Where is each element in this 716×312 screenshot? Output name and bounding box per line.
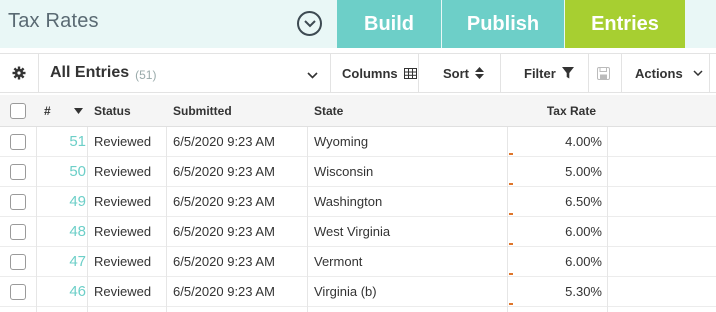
state-cell: Washington	[314, 194, 383, 209]
entries-toolbar: All Entries (51) Columns Sort Filter Act…	[0, 53, 716, 93]
row-checkbox[interactable]	[10, 284, 26, 300]
column-header-state[interactable]: State	[314, 95, 343, 127]
state-cell: Virginia (b)	[314, 284, 377, 299]
actions-label: Actions	[635, 65, 683, 81]
tab-publish[interactable]: Publish	[442, 0, 564, 48]
filter-button[interactable]: Filter	[524, 54, 574, 92]
row-checkbox[interactable]	[10, 224, 26, 240]
state-cell: Vermont	[314, 254, 363, 269]
tax-rate-cell: 5.30%	[565, 284, 602, 299]
filter-label: Filter	[524, 65, 556, 81]
row-checkbox[interactable]	[10, 194, 26, 210]
entry-id-link[interactable]: 50	[38, 157, 86, 186]
submitted-cell: 6/5/2020 9:23 AM	[173, 254, 275, 269]
column-divider	[36, 127, 37, 312]
tax-rate-cell: 4.00%	[565, 134, 602, 149]
entry-id-link[interactable]: 46	[38, 277, 86, 306]
select-all-checkbox-cell	[10, 95, 26, 127]
state-cell: West Virginia	[314, 224, 391, 239]
filter-icon	[561, 67, 574, 79]
tax-rate-cell: 5.00%	[565, 164, 602, 179]
tax-rate-cell: 6.00%	[565, 224, 602, 239]
toolbar-divider	[330, 54, 331, 92]
tab-entries[interactable]: Entries	[565, 0, 685, 48]
row-checkbox[interactable]	[10, 134, 26, 150]
tab-build[interactable]: Build	[337, 0, 441, 48]
columns-button[interactable]: Columns	[342, 54, 417, 92]
toolbar-divider	[38, 54, 39, 92]
sort-button[interactable]: Sort	[443, 54, 484, 92]
cell-marker	[509, 273, 513, 275]
cell-marker	[509, 213, 513, 215]
column-header-status[interactable]: Status	[94, 95, 131, 127]
select-all-checkbox[interactable]	[10, 103, 26, 119]
table-row[interactable]: 50 Reviewed 6/5/2020 9:23 AM Wisconsin 5…	[0, 157, 716, 187]
submitted-cell: 6/5/2020 9:23 AM	[173, 164, 275, 179]
entry-id-link[interactable]: 47	[38, 247, 86, 276]
row-checkbox[interactable]	[10, 164, 26, 180]
columns-label: Columns	[342, 65, 398, 81]
status-cell: Reviewed	[94, 224, 152, 239]
column-header-tax-rate[interactable]: Tax Rate	[508, 95, 596, 127]
chevron-down-icon	[307, 67, 318, 82]
state-cell: Wisconsin	[314, 164, 374, 179]
table-row[interactable]: 47 Reviewed 6/5/2020 9:23 AM Vermont 6.0…	[0, 247, 716, 277]
table-row[interactable]: 49 Reviewed 6/5/2020 9:23 AM Washington …	[0, 187, 716, 217]
view-selector[interactable]: All Entries (51)	[50, 54, 330, 92]
column-divider	[87, 127, 88, 312]
row-checkbox[interactable]	[10, 254, 26, 270]
column-divider	[607, 127, 608, 312]
table-row[interactable]: 46 Reviewed 6/5/2020 9:23 AM Virginia (b…	[0, 277, 716, 307]
tax-rate-cell: 6.00%	[565, 254, 602, 269]
cell-marker	[509, 243, 513, 245]
cell-marker	[509, 183, 513, 185]
column-header-submitted[interactable]: Submitted	[173, 95, 232, 127]
toolbar-divider	[418, 54, 419, 92]
chevron-down-icon	[693, 70, 703, 76]
actions-menu-button[interactable]: Actions	[635, 54, 703, 92]
status-cell: Reviewed	[94, 284, 152, 299]
gear-icon[interactable]	[10, 54, 28, 92]
column-divider	[166, 127, 167, 312]
tax-rate-cell: 6.50%	[565, 194, 602, 209]
toolbar-divider	[500, 54, 501, 92]
state-cell: Wyoming	[314, 134, 369, 149]
save-icon[interactable]	[597, 54, 610, 92]
status-cell: Reviewed	[94, 134, 152, 149]
toolbar-divider	[709, 54, 710, 92]
view-label: All Entries	[50, 64, 130, 81]
cell-marker	[509, 153, 513, 155]
grid-icon	[403, 67, 417, 79]
sort-desc-icon[interactable]	[74, 95, 83, 127]
table-header: # Status Submitted State Tax Rate	[0, 95, 716, 127]
status-cell: Reviewed	[94, 254, 152, 269]
column-divider	[507, 127, 508, 312]
submitted-cell: 6/5/2020 9:23 AM	[173, 224, 275, 239]
submitted-cell: 6/5/2020 9:23 AM	[173, 194, 275, 209]
table-row[interactable]: 51 Reviewed 6/5/2020 9:23 AM Wyoming 4.0…	[0, 127, 716, 157]
entry-id-link[interactable]: 51	[38, 127, 86, 156]
table-row[interactable]: 48 Reviewed 6/5/2020 9:23 AM West Virgin…	[0, 217, 716, 247]
toolbar-divider	[621, 54, 622, 92]
sort-label: Sort	[443, 65, 469, 81]
entry-id-link[interactable]: 48	[38, 217, 86, 246]
sort-arrows-icon	[475, 67, 484, 79]
status-cell: Reviewed	[94, 194, 152, 209]
form-title: Tax Rates	[8, 10, 99, 32]
chevron-down-circle-icon[interactable]	[297, 11, 322, 36]
entry-count: (51)	[135, 67, 157, 82]
column-header-number[interactable]: #	[44, 95, 51, 127]
status-cell: Reviewed	[94, 164, 152, 179]
column-divider	[307, 127, 308, 312]
submitted-cell: 6/5/2020 9:23 AM	[173, 284, 275, 299]
toolbar-divider	[588, 54, 589, 92]
submitted-cell: 6/5/2020 9:23 AM	[173, 134, 275, 149]
cell-marker	[509, 303, 513, 305]
entry-id-link[interactable]: 49	[38, 187, 86, 216]
top-header: Tax Rates Build Publish Entries	[0, 0, 716, 48]
